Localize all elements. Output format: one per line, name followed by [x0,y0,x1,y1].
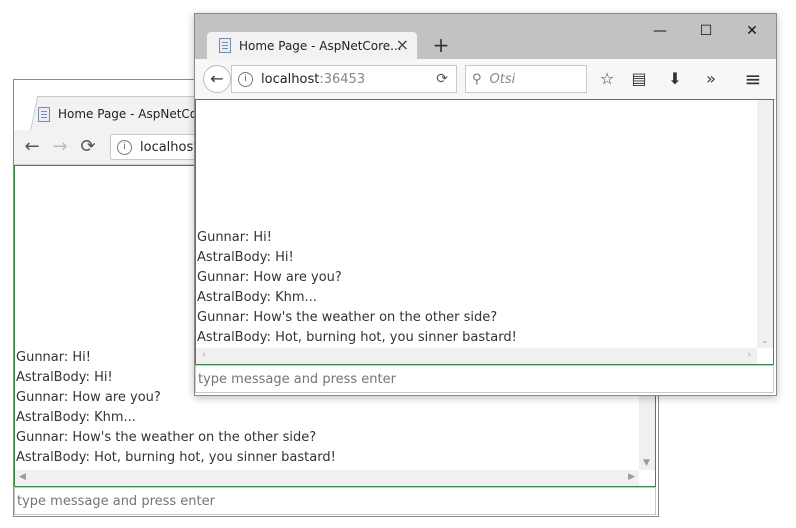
front-toolbar: ← i localhost :36453 ⟳ ⚲ Otsi ☆ ▤ ⬇ » ≡ [195,59,776,100]
front-message-list: Gunnar: Hi! AstralBody: Hi! Gunnar: How … [197,228,517,348]
scroll-right-icon[interactable]: ▶ [628,472,635,482]
back-tab-label-group: Home Page - AspNetCor [38,104,202,124]
minimize-icon[interactable]: — [645,20,675,42]
url-port: :36453 [319,71,366,87]
front-browser-window: Home Page - AspNetCore... × + — ☐ ✕ ← i … [194,13,777,396]
info-icon[interactable]: i [117,139,132,155]
front-address-bar[interactable]: i localhost :36453 ⟳ [231,65,457,93]
info-icon[interactable]: i [238,71,253,87]
chat-message: Gunnar: How are you? [197,270,342,285]
back-arrow-icon[interactable]: ← [203,65,231,93]
front-tab-title: Home Page - AspNetCore... [239,38,402,53]
chat-message: AstralBody: Khm... [16,410,136,425]
close-tab-icon[interactable]: × [396,35,409,54]
front-chat-area[interactable]: Gunnar: Hi! AstralBody: Hi! Gunnar: How … [195,99,774,365]
maximize-icon[interactable]: ☐ [691,20,721,42]
page-icon [219,38,231,53]
vertical-scrollbar[interactable]: ⌄ [757,100,773,348]
front-message-input[interactable] [195,365,774,393]
chat-message: AstralBody: Hot, burning hot, you sinner… [197,330,517,345]
hamburger-menu-icon[interactable]: ≡ [741,68,765,90]
chat-message: AstralBody: Hi! [197,250,294,265]
scroll-left-icon[interactable]: ‹ [202,350,206,360]
horizontal-scrollbar[interactable]: ◀ ▶ [15,470,639,486]
bookmark-star-icon[interactable]: ☆ [595,68,619,90]
reload-icon[interactable]: ⟳ [78,137,98,157]
forward-arrow-icon[interactable]: → [50,137,70,157]
search-icon: ⚲ [472,71,482,87]
page-icon [38,106,50,122]
horizontal-scrollbar[interactable]: ‹ › [196,348,757,364]
chat-message: AstralBody: Hot, burning hot, you sinner… [16,450,336,465]
url-host: localhost [261,71,320,87]
overflow-icon[interactable]: » [699,68,723,90]
back-message-input[interactable] [14,487,656,515]
scroll-down-icon[interactable]: ▼ [643,458,650,468]
reader-list-icon[interactable]: ▤ [627,68,651,90]
back-tab-title: Home Page - AspNetCor [58,107,203,121]
chat-message: Gunnar: Hi! [197,230,272,245]
front-title-bar: Home Page - AspNetCore... × + — ☐ ✕ [195,14,776,59]
download-icon[interactable]: ⬇ [663,68,687,90]
chat-message: AstralBody: Khm... [197,290,317,305]
search-placeholder: Otsi [489,71,516,87]
reload-icon[interactable]: ⟳ [436,71,448,87]
window-close-icon[interactable]: ✕ [737,20,767,42]
chat-message: Gunnar: How's the weather on the other s… [16,430,317,445]
scroll-right-icon[interactable]: › [747,350,751,360]
scroll-down-icon[interactable]: ⌄ [761,336,769,346]
front-tab[interactable]: Home Page - AspNetCore... × [207,32,417,59]
search-field[interactable]: ⚲ Otsi [465,65,587,93]
scroll-left-icon[interactable]: ◀ [19,472,26,482]
chat-message: Gunnar: How's the weather on the other s… [197,310,498,325]
back-arrow-icon[interactable]: ← [22,137,42,157]
new-tab-icon[interactable]: + [431,34,451,56]
